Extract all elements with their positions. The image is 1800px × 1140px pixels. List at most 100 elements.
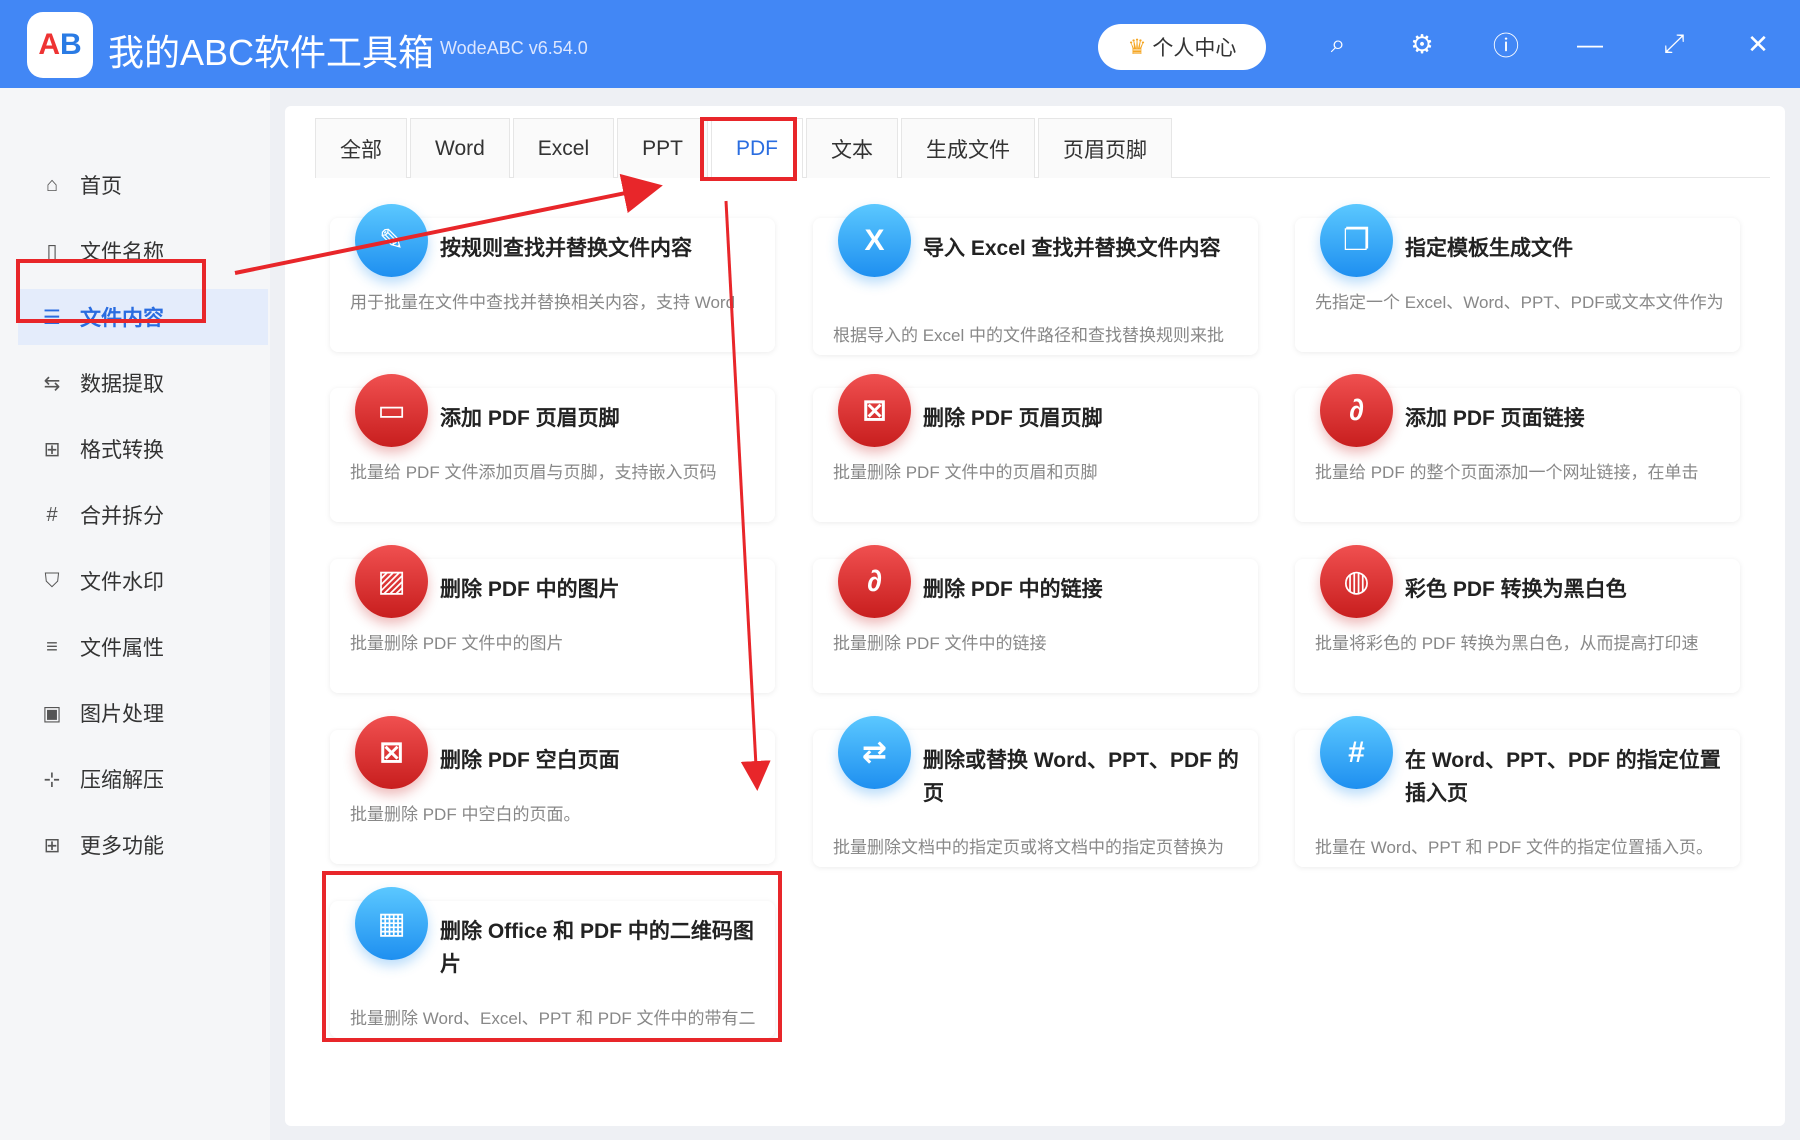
search-icon[interactable]: ⌕	[1320, 26, 1356, 62]
tool-icon: ∂	[1320, 374, 1393, 447]
sidebar-item-6[interactable]: ⛉ 文件水印	[18, 553, 268, 609]
title-bar: AB 我的ABC软件工具箱 WodeABC v6.54.0 ♛ 个人中心 ⌕ ⚙ …	[0, 0, 1800, 88]
tool-icon: X	[838, 204, 911, 277]
tool-icon: ∂	[838, 545, 911, 618]
tool-card[interactable]: ▦ 删除 Office 和 PDF 中的二维码图片批量删除 Word、Excel、…	[330, 887, 775, 1038]
tool-description: 批量删除文档中的指定页或将文档中的指定页替换为	[833, 838, 1224, 857]
tool-title: 删除 PDF 中的链接	[923, 578, 1103, 601]
sidebar-item-label: 首页	[80, 175, 122, 198]
tab-0[interactable]: 全部	[315, 118, 407, 178]
tool-card[interactable]: ❐ 指定模板生成文件先指定一个 Excel、Word、PPT、PDF或文本文件作为	[1295, 204, 1740, 352]
tab-5[interactable]: 文本	[806, 118, 898, 178]
tool-title: 导入 Excel 查找并替换文件内容	[923, 237, 1221, 260]
crown-icon: ♛	[1127, 35, 1147, 59]
gear-icon[interactable]: ⚙	[1404, 26, 1440, 62]
grid-icon: ⊞	[43, 834, 61, 857]
tool-icon: ▦	[355, 887, 428, 960]
tab-4[interactable]: PDF	[711, 118, 803, 178]
home-icon: ⌂	[45, 173, 59, 196]
tool-description: 批量删除 PDF 文件中的页眉和页脚	[833, 463, 1098, 482]
maximize-icon[interactable]: ⤢	[1656, 26, 1692, 62]
tool-icon: ⇄	[838, 716, 911, 789]
tool-title: 删除 Office 和 PDF 中的二维码图片	[440, 920, 754, 976]
sidebar-item-label: 数据提取	[80, 373, 164, 396]
sidebar-item-label: 压缩解压	[80, 769, 164, 792]
sidebar: ⌂ 首页 ▯ 文件名称 ☰ 文件内容 ⇆ 数据提取 ⊞ 格式转换 # 合并拆分 ⛉ 文件水印 ≡ 文件属性 ▣ 图…	[0, 88, 270, 1140]
sidebar-item-9[interactable]: ⊹ 压缩解压	[18, 751, 268, 807]
tab-1[interactable]: Word	[410, 118, 510, 178]
hash-icon: #	[46, 503, 58, 526]
tab-bar: 全部 Word Excel PPT PDF 文本 生成文件 页眉页脚	[315, 118, 1770, 178]
tool-title: 删除 PDF 空白页面	[440, 749, 620, 772]
app-title: 我的ABC软件工具箱	[108, 32, 435, 73]
sidebar-item-label: 文件名称	[80, 241, 164, 264]
tool-icon: ⊠	[355, 716, 428, 789]
tool-icon: ❐	[1320, 204, 1393, 277]
tool-description: 批量删除 PDF 文件中的链接	[833, 634, 1047, 653]
file-icon: ▯	[46, 240, 58, 263]
tool-icon: #	[1320, 716, 1393, 789]
compress-icon: ⊹	[43, 768, 61, 791]
tool-icon: ✎	[355, 204, 428, 277]
tool-description: 批量删除 Word、Excel、PPT 和 PDF 文件中的带有二	[350, 1009, 756, 1028]
tool-title: 删除 PDF 中的图片	[440, 578, 620, 601]
minimize-icon[interactable]: —	[1572, 26, 1608, 62]
tool-card[interactable]: ▭ 添加 PDF 页眉页脚批量给 PDF 文件添加页眉与页脚，支持嵌入页码	[330, 374, 775, 522]
convert-icon: ⊞	[43, 438, 61, 461]
tool-description: 用于批量在文件中查找并替换相关内容，支持 Word	[350, 293, 736, 312]
sidebar-item-7[interactable]: ≡ 文件属性	[18, 619, 268, 675]
sidebar-item-4[interactable]: ⊞ 格式转换	[18, 421, 268, 477]
tool-icon: ◍	[1320, 545, 1393, 618]
tool-description: 批量将彩色的 PDF 转换为黑白色，从而提高打印速	[1315, 634, 1699, 653]
properties-icon: ≡	[46, 635, 58, 658]
tool-card[interactable]: ✎ 按规则查找并替换文件内容用于批量在文件中查找并替换相关内容，支持 Word	[330, 204, 775, 352]
tool-description: 批量给 PDF 文件添加页眉与页脚，支持嵌入页码	[350, 463, 717, 482]
sidebar-item-label: 合并拆分	[80, 505, 164, 528]
sidebar-item-label: 文件水印	[80, 571, 164, 594]
tab-3[interactable]: PPT	[617, 118, 708, 178]
main-panel: 全部 Word Excel PPT PDF 文本 生成文件 页眉页脚 ✎ 按规则查找并替换文件内…	[285, 106, 1785, 1126]
tool-card[interactable]: ◍ 彩色 PDF 转换为黑白色批量将彩色的 PDF 转换为黑白色，从而提高打印速	[1295, 545, 1740, 693]
tool-card[interactable]: # 在 Word、PPT、PDF 的指定位置插入页批量在 Word、PPT 和 P…	[1295, 716, 1740, 867]
sidebar-item-0[interactable]: ⌂ 首页	[18, 157, 268, 213]
tool-card[interactable]: ⊠ 删除 PDF 空白页面批量删除 PDF 中空白的页面。	[330, 716, 775, 864]
tab-7[interactable]: 页眉页脚	[1038, 118, 1172, 178]
tool-title: 删除或替换 Word、PPT、PDF 的页	[923, 749, 1239, 805]
extract-icon: ⇆	[43, 372, 61, 395]
sidebar-item-label: 格式转换	[80, 439, 164, 462]
sidebar-item-label: 图片处理	[80, 703, 164, 726]
tool-card[interactable]: ∂ 添加 PDF 页面链接 批量给 PDF 的整个页面添加一个网址链接，在单击	[1295, 374, 1740, 522]
sidebar-item-3[interactable]: ⇆ 数据提取	[18, 355, 268, 411]
sidebar-item-label: 更多功能	[80, 835, 164, 858]
help-icon[interactable]: ⓘ	[1488, 26, 1524, 62]
tool-title: 指定模板生成文件	[1405, 237, 1573, 260]
tool-description: 先指定一个 Excel、Word、PPT、PDF或文本文件作为	[1315, 293, 1723, 312]
app-version: WodeABC v6.54.0	[440, 38, 588, 58]
tool-icon: ▭	[355, 374, 428, 447]
tool-description: 批量删除 PDF 中空白的页面。	[350, 805, 581, 824]
tool-card[interactable]: X 导入 Excel 查找并替换文件内容 根据导入的 Excel 中的文件路径和查找…	[813, 204, 1258, 355]
tab-6[interactable]: 生成文件	[901, 118, 1035, 178]
tool-title: 在 Word、PPT、PDF 的指定位置插入页	[1405, 749, 1721, 805]
tab-2[interactable]: Excel	[512, 118, 615, 178]
tool-title: 彩色 PDF 转换为黑白色	[1405, 578, 1627, 601]
tool-description: 批量在 Word、PPT 和 PDF 文件的指定位置插入页。	[1315, 838, 1713, 857]
sidebar-item-5[interactable]: # 合并拆分	[18, 487, 268, 543]
user-center-label: 个人中心	[1152, 37, 1237, 60]
app-logo: AB	[27, 12, 93, 78]
tool-card[interactable]: ⇄ 删除或替换 Word、PPT、PDF 的页批量删除文档中的指定页或将文档中的指…	[813, 716, 1258, 867]
sidebar-item-1[interactable]: ▯ 文件名称	[18, 223, 268, 279]
sidebar-item-10[interactable]: ⊞ 更多功能	[18, 817, 268, 873]
sidebar-item-8[interactable]: ▣ 图片处理	[18, 685, 268, 741]
user-center-button[interactable]: ♛ 个人中心	[1098, 24, 1266, 70]
tool-description: 批量删除 PDF 文件中的图片	[350, 634, 564, 653]
tool-card[interactable]: ⊠ 删除 PDF 页眉页脚 批量删除 PDF 文件中的页眉和页脚	[813, 374, 1258, 522]
sidebar-item-2[interactable]: ☰ 文件内容	[18, 289, 268, 345]
tool-title: 添加 PDF 页面链接	[1405, 407, 1585, 430]
tool-icon: ⊠	[838, 374, 911, 447]
close-icon[interactable]: ✕	[1740, 26, 1776, 62]
tool-card[interactable]: ▨ 删除 PDF 中的图片 批量删除 PDF 文件中的图片	[330, 545, 775, 693]
tool-title: 按规则查找并替换文件内容	[440, 237, 692, 260]
tool-card[interactable]: ∂ 删除 PDF 中的链接批量删除 PDF 文件中的链接	[813, 545, 1258, 693]
tool-title: 添加 PDF 页眉页脚	[440, 407, 620, 430]
